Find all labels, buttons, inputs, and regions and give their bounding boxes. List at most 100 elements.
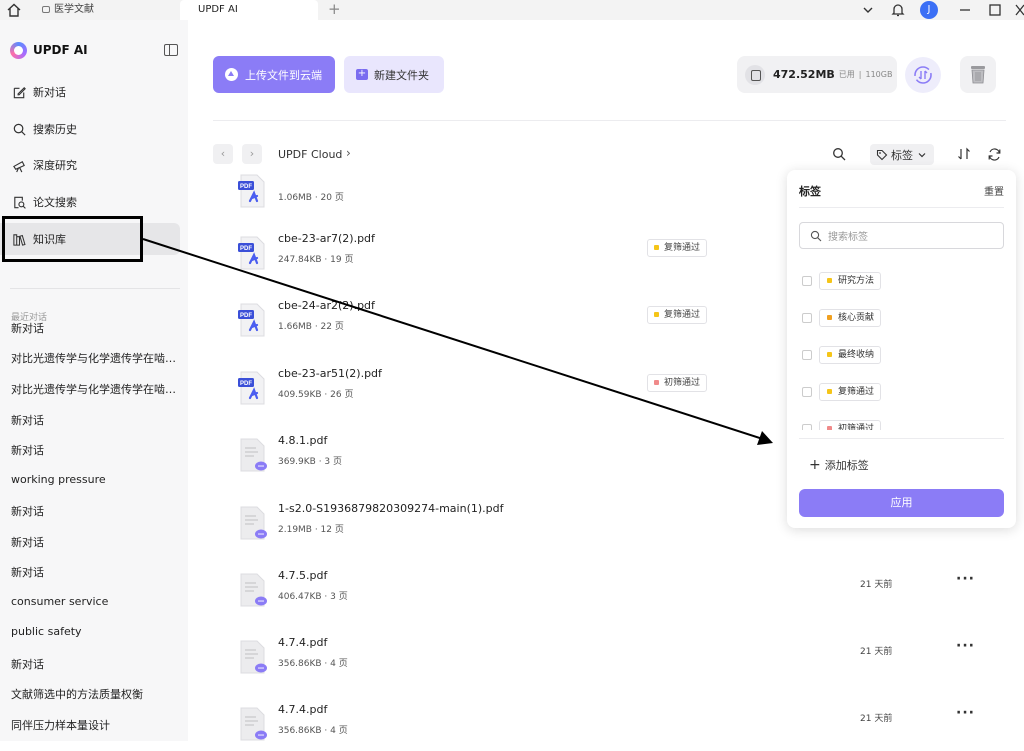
pdf-file-icon: PDF [238,174,265,208]
upload-icon [225,68,238,81]
forward-button[interactable]: › [242,144,262,164]
svg-text:PDF: PDF [240,246,252,252]
tag-option[interactable]: 研究方法 [799,271,1004,291]
apply-button[interactable]: 应用 [799,489,1004,517]
close-icon[interactable] [1013,2,1024,18]
recent-chat-item[interactable]: 新对话 [11,656,176,672]
search-icon [13,123,26,136]
bell-icon[interactable] [890,2,906,18]
file-tag[interactable]: 复筛通过 [647,239,708,257]
file-name[interactable]: 4.7.4.pdf [278,703,327,716]
trash-button[interactable] [960,56,996,93]
pdf-file-icon: PDF [238,236,265,270]
more-options-icon[interactable]: ··· [956,571,975,587]
minimize-icon[interactable] [957,2,973,18]
search-icon[interactable] [832,147,846,161]
maximize-icon[interactable] [987,2,1003,18]
tag-option[interactable]: 核心贡献 [799,308,1004,328]
recent-chat-item[interactable]: 对比光遗传学与化学遗传学在啮… [11,350,176,366]
file-modified-time: 21 天前 [860,580,893,590]
chevron-down-icon[interactable] [860,2,876,18]
sidebar-item-label: 论文搜索 [33,196,77,209]
recent-chat-item[interactable]: 新对话 [11,412,176,428]
tag-search-input[interactable]: 搜索标签 [799,222,1004,249]
svg-text:PDF: PDF [240,381,252,387]
recent-chat-item[interactable]: 新对话 [11,534,176,550]
file-tag[interactable]: 初筛通过 [647,374,708,392]
recent-chat-item[interactable]: consumer service [11,595,176,608]
tag-checkbox[interactable] [802,313,812,323]
file-row[interactable]: 4.7.5.pdf 406.47KB · 3 页 21 天前 ··· [238,569,998,617]
tag-option[interactable]: 复筛通过 [799,382,1004,402]
storage-indicator[interactable]: 472.52MB 已用 | 110GB [737,56,897,93]
file-meta: 356.86KB · 4 页 [278,659,348,669]
back-button[interactable]: ‹ [213,144,233,164]
tag-checkbox[interactable] [802,350,812,360]
file-tag[interactable]: 复筛通过 [647,306,708,324]
tag-checkbox[interactable] [802,387,812,397]
tag-checkbox[interactable] [802,424,812,430]
upload-to-cloud-button[interactable]: 上传文件到云端 [213,56,335,93]
recent-chat-item[interactable]: 新对话 [11,564,176,580]
document-icon [240,438,267,472]
file-row[interactable]: 4.7.4.pdf 356.86KB · 4 页 21 天前 ··· [238,636,998,684]
file-name[interactable]: 4.7.5.pdf [278,569,327,582]
sidebar-item-new-chat[interactable]: 新对话 [0,76,180,108]
file-name[interactable]: cbe-23-ar7(2).pdf [278,232,375,245]
new-tab-button[interactable]: + [328,0,341,18]
sort-icon[interactable] [957,147,971,161]
file-name[interactable]: cbe-23-ar51(2).pdf [278,367,382,380]
file-meta: 2.19MB · 12 页 [278,525,344,535]
sidebar-item-deep-research[interactable]: 深度研究 [0,149,180,181]
new-folder-button[interactable]: + 新建文件夹 [344,56,444,93]
file-meta: 247.84KB · 19 页 [278,255,354,265]
avatar[interactable]: J [920,1,938,19]
file-name[interactable]: cbe-24-ar2(2).pdf [278,299,375,312]
doc-search-icon [14,196,26,209]
sidebar-item-paper-search[interactable]: 论文搜索 [0,186,180,218]
recent-chat-item[interactable]: working pressure [11,473,176,486]
file-meta: 369.9KB · 3 页 [278,457,343,467]
more-options-icon[interactable]: ··· [956,705,975,721]
sidebar-item-search-history[interactable]: 搜索历史 [0,113,180,145]
folder-plus-icon: + [356,68,368,80]
recent-chat-item[interactable]: 新对话 [11,442,176,458]
tag-option[interactable]: 初筛通过 [799,419,1004,430]
tab-medical-literature[interactable]: 医学文献 [36,0,176,20]
tag-option[interactable]: 最终收纳 [799,345,1004,365]
document-icon [240,573,267,607]
tag-checkbox[interactable] [802,276,812,286]
edit-icon [13,86,26,98]
tab-label: 医学文献 [54,4,94,15]
recent-chat-item[interactable]: public safety [11,625,176,638]
recent-chat-item[interactable]: 新对话 [11,503,176,519]
add-tag-button[interactable]: + 添加标签 [809,457,869,473]
file-modified-time: 21 天前 [860,647,893,657]
refresh-icon[interactable] [987,147,1002,162]
document-icon [240,506,267,540]
storage-used-label: 已用 [838,70,855,79]
panel-divider [799,438,1004,439]
sidebar-item-label: 搜索历史 [33,123,77,136]
recent-chat-item[interactable]: 对比光遗传学与化学遗传学在啮… [11,381,176,397]
file-name[interactable]: 4.8.1.pdf [278,434,327,447]
tag-filter-dropdown[interactable]: 标签 [870,144,934,165]
collapse-sidebar-icon[interactable] [164,44,178,56]
sync-button[interactable] [905,57,941,93]
tab-updf-ai[interactable]: UPDF AI [180,0,318,20]
recent-chat-item[interactable]: 文献筛选中的方法质量权衡 [11,686,176,702]
reset-button[interactable]: 重置 [984,183,1004,198]
file-row[interactable]: 4.7.4.pdf 356.86KB · 4 页 21 天前 ··· [238,703,998,751]
recent-chat-item[interactable]: 新对话 [11,320,176,336]
file-name[interactable]: 1-s2.0-S1936879820309274-main(1).pdf [278,502,504,515]
home-icon[interactable] [6,2,22,18]
file-name[interactable]: 4.7.4.pdf [278,636,327,649]
sidebar: UPDF AI 新对话 搜索历史 深度研究 论文搜索 知识库 最近对话 新对话 … [0,20,188,741]
tag-list: 研究方法核心贡献最终收纳复筛通过初筛通过 [799,262,1004,430]
brand-name: UPDF AI [33,43,88,57]
recent-chat-item[interactable]: 同伴压力样本量设计 [11,717,176,733]
breadcrumb[interactable]: UPDF Cloud [278,148,342,161]
svg-text:PDF: PDF [240,184,252,190]
more-options-icon[interactable]: ··· [956,638,975,654]
header-divider [213,120,1006,121]
